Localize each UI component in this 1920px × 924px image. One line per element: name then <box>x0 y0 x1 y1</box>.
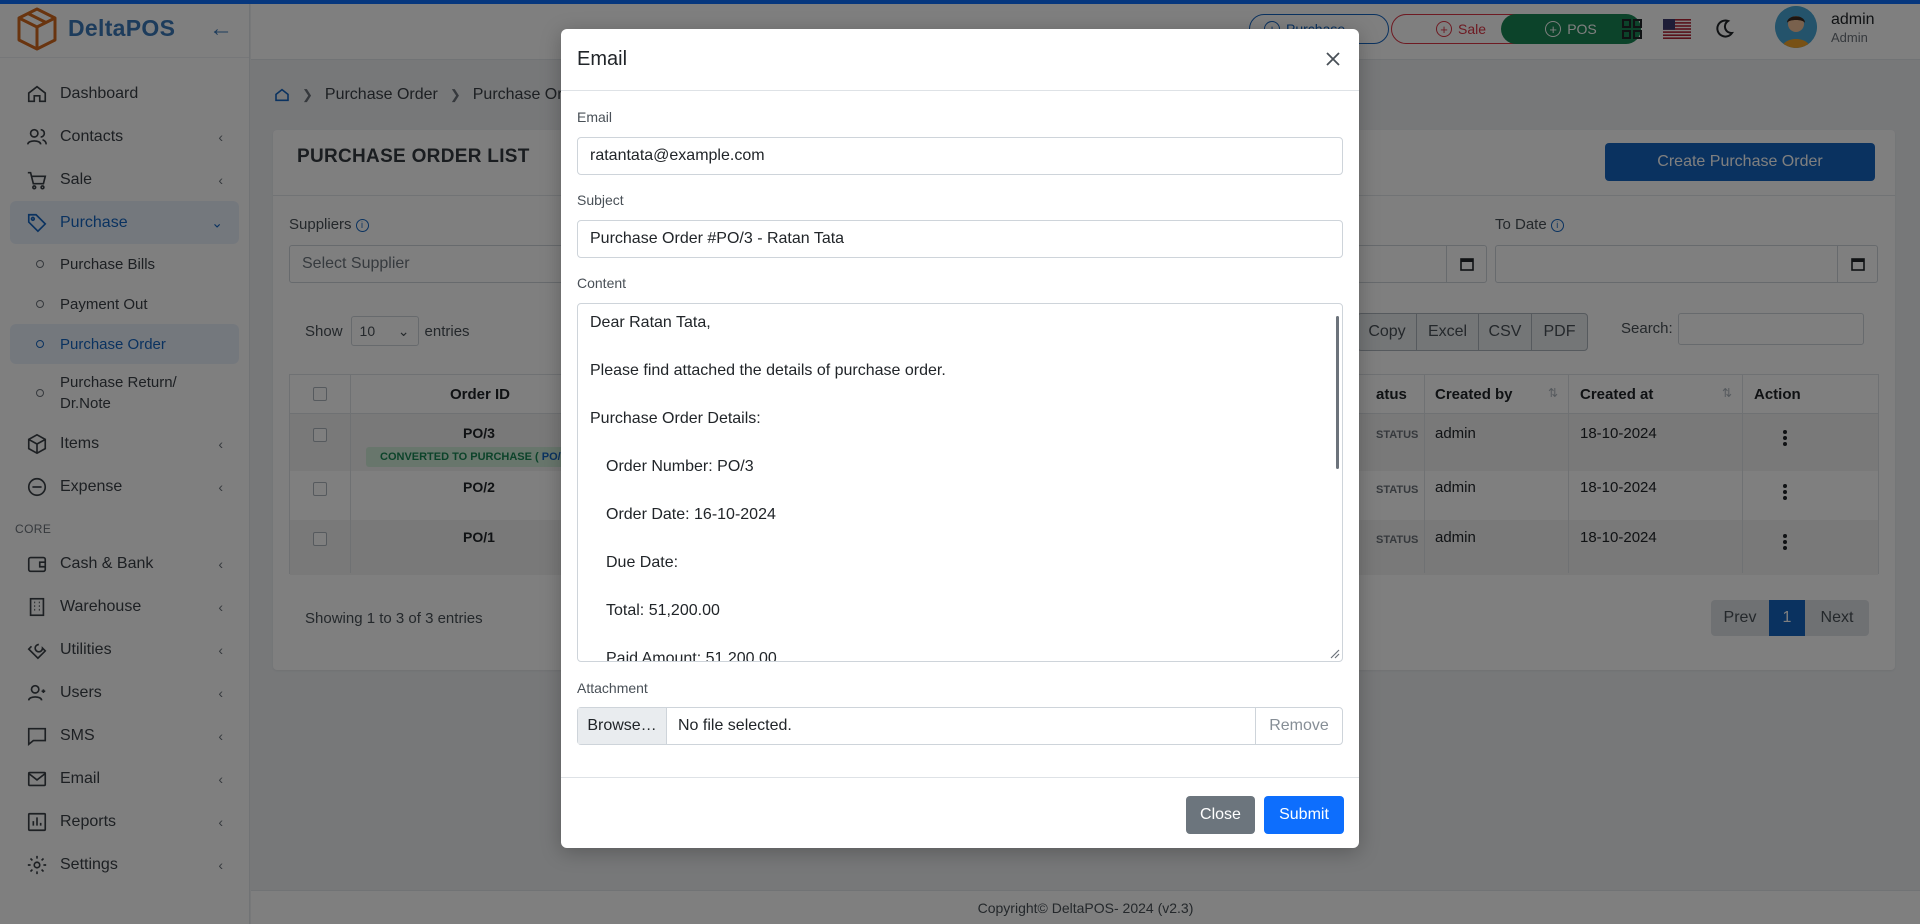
content-line: Dear Ratan Tata, <box>590 314 711 331</box>
content-line: Order Date: 16-10-2024 <box>606 506 776 523</box>
content-line: Paid Amount: 51,200.00 <box>606 650 777 662</box>
email-field[interactable]: ratantata@example.com <box>577 137 1343 175</box>
subject-field[interactable]: Purchase Order #PO/3 - Ratan Tata <box>577 220 1343 258</box>
textarea-scrollbar[interactable] <box>1336 316 1339 469</box>
content-line: Please find attached the details of purc… <box>590 362 946 379</box>
email-modal: Email Email ratantata@example.com Subjec… <box>561 29 1359 848</box>
close-icon[interactable] <box>1321 47 1345 71</box>
content-line: Order Number: PO/3 <box>606 458 754 475</box>
content-textarea[interactable]: Dear Ratan Tata, Please find attached th… <box>577 303 1343 662</box>
content-label: Content <box>577 275 627 291</box>
resize-grip-icon[interactable] <box>1328 647 1340 659</box>
content-line: Purchase Order Details: <box>590 410 761 427</box>
file-name: No file selected. <box>678 717 792 734</box>
attachment-label: Attachment <box>577 680 648 696</box>
close-button[interactable]: Close <box>1186 796 1255 834</box>
submit-button[interactable]: Submit <box>1264 796 1344 834</box>
subject-label: Subject <box>577 192 624 208</box>
attachment-file-input: Browse… No file selected. Remove <box>577 707 1343 745</box>
content-line: Total: 51,200.00 <box>606 602 720 619</box>
browse-button[interactable]: Browse… <box>578 708 667 744</box>
content-line: Due Date: <box>606 554 679 571</box>
modal-header: Email <box>561 29 1359 91</box>
modal-title: Email <box>577 48 628 70</box>
modal-footer: Close Submit <box>561 777 1359 848</box>
remove-attachment-button[interactable]: Remove <box>1255 708 1342 744</box>
email-label: Email <box>577 109 613 125</box>
